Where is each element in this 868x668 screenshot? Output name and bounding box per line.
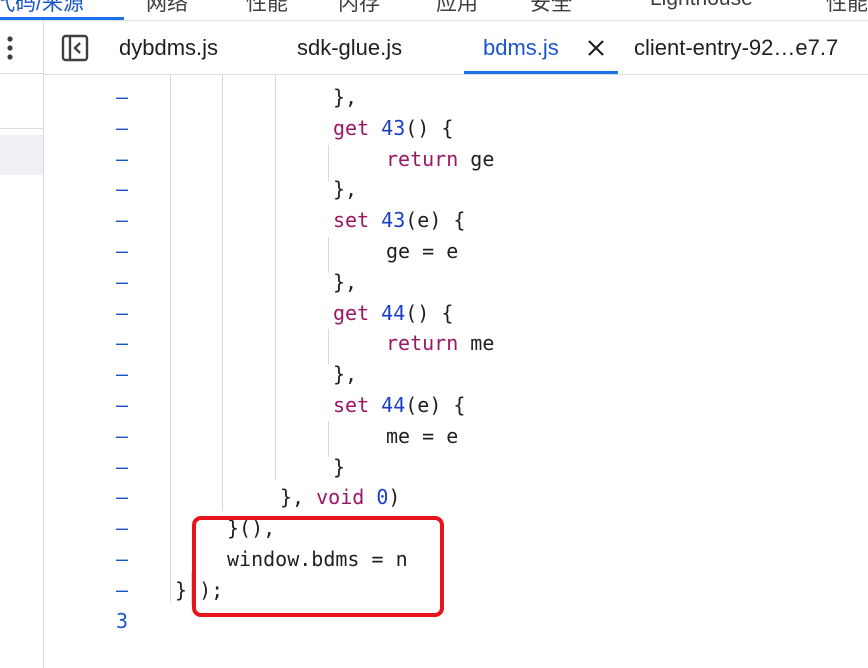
line-gutter-marker: – xyxy=(116,423,129,448)
code-keyword: set xyxy=(333,393,370,417)
code-token: ge = e xyxy=(386,239,459,263)
code-line: }, void 0) xyxy=(280,482,400,513)
line-gutter-marker: – xyxy=(116,269,129,294)
code-token: }, xyxy=(333,177,358,202)
indent-guide xyxy=(170,568,171,602)
line-gutter-marker: – xyxy=(116,146,129,171)
code-number: 44 xyxy=(381,393,406,417)
file-tab-sdk-glue[interactable]: sdk-glue.js xyxy=(297,35,402,61)
code-token: ) xyxy=(388,485,401,510)
line-gutter-marker: – xyxy=(116,485,129,510)
code-token: } xyxy=(175,577,188,602)
code-keyword: get xyxy=(333,300,370,325)
line-gutter-marker: – xyxy=(116,577,129,602)
panel-tab-bar: 代码/来源 网络 性能 内存 应用 安全 Lighthouse 性能 xyxy=(0,0,868,21)
code-keyword: return xyxy=(386,331,459,356)
code-token: }, xyxy=(333,85,358,109)
red-highlight-box xyxy=(192,516,444,617)
code-line: me = e xyxy=(386,421,458,452)
line-gutter-marker: – xyxy=(116,85,129,109)
code-line: set 44(e) { xyxy=(333,390,465,421)
panel-tab-security[interactable]: 安全 xyxy=(530,0,572,17)
code-token: ge xyxy=(458,146,495,171)
panel-tab-sources[interactable]: 代码/来源 xyxy=(0,0,84,17)
line-gutter-marker: – xyxy=(116,208,129,233)
line-gutter-marker: – xyxy=(116,115,129,140)
close-icon[interactable] xyxy=(586,37,606,59)
indent-guide xyxy=(328,329,329,365)
kebab-menu-icon[interactable] xyxy=(0,33,20,63)
indent-guide xyxy=(275,75,276,480)
line-gutter-marker: – xyxy=(116,177,129,202)
code-token: () { xyxy=(405,115,454,140)
sidebar-divider xyxy=(0,73,43,74)
line-gutter-marker: – xyxy=(116,300,129,325)
active-panel-tab-indicator xyxy=(0,17,124,20)
code-keyword: set xyxy=(333,208,370,233)
panel-tab-application[interactable]: 应用 xyxy=(436,0,478,17)
indent-guide xyxy=(328,237,329,273)
sidebar-toggle-icon[interactable] xyxy=(60,33,90,63)
code-keyword: void xyxy=(316,485,365,510)
code-line: return me xyxy=(386,328,494,359)
line-gutter-marker: – xyxy=(116,454,129,479)
indent-guide xyxy=(170,75,171,568)
code-token: me xyxy=(458,331,495,356)
file-tab-bdms[interactable]: bdms.js xyxy=(483,35,559,61)
code-line: }, xyxy=(333,267,357,298)
panel-tab-lighthouse[interactable]: Lighthouse xyxy=(650,0,753,11)
editor-tab-bar: dybdms.js sdk-glue.js bdms.js client-ent… xyxy=(44,21,868,75)
code-editor[interactable]: –}, – get 43() {– return ge –}, – set 43(e) {–… xyxy=(44,75,868,668)
code-line: set 43(e) { xyxy=(333,205,465,236)
code-number: 0 xyxy=(376,485,389,510)
panel-tab-performance-insights[interactable]: 性能 xyxy=(826,0,868,17)
code-token: }, xyxy=(333,269,358,294)
indent-guide xyxy=(328,421,329,457)
code-number: 43 xyxy=(381,208,406,233)
code-number: 44 xyxy=(381,300,406,325)
panel-tab-network[interactable]: 网络 xyxy=(146,0,188,17)
code-token: (e) { xyxy=(405,208,466,233)
line-gutter-marker: – xyxy=(116,239,129,263)
code-line: }, xyxy=(333,82,357,113)
panel-tab-performance[interactable]: 性能 xyxy=(246,0,288,17)
line-gutter-marker: – xyxy=(116,516,129,541)
code-keyword: get xyxy=(333,115,370,140)
code-line: ge = e xyxy=(386,236,458,267)
sidebar-divider xyxy=(0,128,43,129)
active-file-tab-indicator xyxy=(464,71,618,74)
code-number: 43 xyxy=(381,115,406,140)
sidebar-selected-item[interactable] xyxy=(0,135,43,175)
code-keyword: return xyxy=(386,146,459,171)
file-tab-dybdms[interactable]: dybdms.js xyxy=(119,35,218,61)
code-token: (e) { xyxy=(405,393,466,417)
code-line: get 44() { xyxy=(333,298,453,329)
code-line: get 43() { xyxy=(333,113,453,144)
line-gutter-marker: – xyxy=(116,393,129,417)
sidebar-file-tree xyxy=(0,175,43,668)
line-gutter-marker: – xyxy=(116,362,129,387)
code-line: }, xyxy=(333,359,357,390)
code-token: } xyxy=(333,454,346,479)
line-number: 3 xyxy=(116,608,129,633)
code-line: }, xyxy=(333,174,357,205)
navigator-sidebar xyxy=(0,21,44,668)
code-line: } xyxy=(333,452,345,483)
file-tab-client-entry[interactable]: client-entry-92…e7.7 xyxy=(634,35,838,61)
code-token: me = e xyxy=(386,423,459,448)
panel-tab-memory[interactable]: 内存 xyxy=(338,0,380,17)
code-token: () { xyxy=(405,300,454,325)
code-token: }, xyxy=(333,362,358,387)
code-token: }, xyxy=(280,485,317,510)
indent-guide xyxy=(222,75,223,511)
indent-guide xyxy=(328,145,329,181)
line-gutter-marker: – xyxy=(116,547,129,571)
code-line: return ge xyxy=(386,144,494,175)
line-gutter-marker: – xyxy=(116,331,129,356)
